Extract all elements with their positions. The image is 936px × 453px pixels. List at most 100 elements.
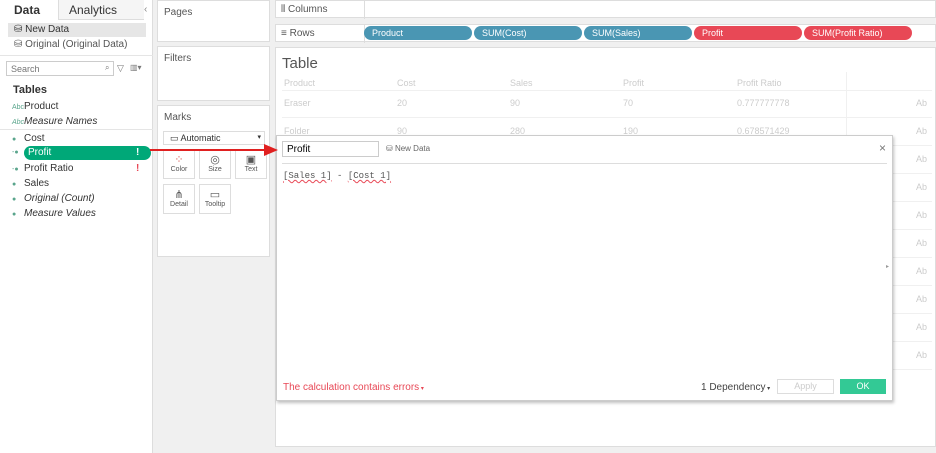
filters-shelf[interactable]: Filters (157, 46, 270, 101)
field-original-count[interactable]: ● Original (Count) (12, 192, 152, 206)
button-label: Tooltip (204, 201, 226, 208)
calc-name-input[interactable] (282, 141, 379, 157)
annotation-arrow (150, 144, 278, 156)
button-label: Size (208, 166, 222, 173)
apply-button[interactable]: Apply (777, 379, 834, 394)
formula-field: [Sales 1] (283, 171, 332, 181)
field-cost[interactable]: ● Cost (12, 132, 152, 146)
error-text: The calculation contains errors (283, 382, 420, 393)
cell: Ab (916, 126, 928, 136)
cell: Eraser (284, 98, 311, 108)
pill-sum-sales[interactable]: SUM(Sales) (584, 26, 692, 40)
dependency-dropdown[interactable]: 1 Dependency ▾ (701, 382, 770, 393)
tables-heading: Tables (13, 84, 48, 96)
close-icon[interactable]: × (879, 141, 886, 155)
datasource-label: ⛁ New Data (386, 144, 431, 153)
field-label: Measure Values (24, 208, 96, 219)
source-original[interactable]: ⛁ Original (Original Data) (8, 38, 146, 52)
field-label: Cost (24, 133, 45, 144)
measure-icon: ● (12, 181, 17, 188)
measure-icon: ● (12, 136, 17, 143)
string-icon: Abc (12, 104, 25, 111)
detail-button[interactable]: ⋔ Detail (163, 184, 195, 214)
field-profit-ratio[interactable]: -● Profit Ratio! (12, 162, 152, 176)
cell: Ab (916, 266, 928, 276)
columns-label: ⫴ Columns (281, 4, 328, 15)
pages-title: Pages (164, 7, 193, 18)
field-label: Profit (28, 147, 52, 158)
tooltip-button[interactable]: ▭ Tooltip (199, 184, 231, 214)
tab-analytics[interactable]: Analytics (58, 0, 144, 20)
filter-icon[interactable]: ▽ (117, 63, 124, 74)
cell: 0.777777778 (737, 98, 790, 108)
scroll-arrow-icon[interactable]: ▸ (886, 263, 889, 270)
button-label: Text (244, 166, 258, 173)
field-measure-names[interactable]: AbcMeasure Names (12, 115, 152, 129)
calc-measure-icon: -● (12, 166, 19, 173)
source-label: Original (Original Data) (25, 39, 128, 50)
source-new-data[interactable]: ⛁ New Data (8, 23, 146, 37)
cell: Ab (916, 182, 928, 192)
field-label: Measure Names (24, 116, 98, 127)
source-name: New Data (394, 144, 431, 153)
search-icon: ⌕ (105, 63, 110, 72)
formula-operator: - (331, 171, 348, 181)
error-icon: ! (136, 163, 140, 174)
label: Columns (287, 4, 328, 15)
header-sales: Sales (510, 78, 533, 88)
pill-profit[interactable]: Profit (694, 26, 802, 40)
error-message[interactable]: The calculation contains errors ▾ (283, 382, 424, 393)
pages-shelf[interactable]: Pages (157, 0, 270, 42)
formula-field: [Cost 1] (347, 171, 392, 181)
header-profit: Profit (623, 78, 645, 88)
sheet-title: Table (282, 55, 318, 72)
field-label: Sales (24, 178, 50, 189)
calc-measure-icon: -● (12, 149, 19, 156)
formula-editor[interactable]: [Sales 1] - [Cost 1] (283, 171, 883, 361)
field-label: Profit Ratio (24, 163, 74, 174)
cell: Ab (916, 98, 928, 108)
label: Rows (289, 28, 315, 39)
field-label: Product (24, 101, 59, 112)
calculation-editor-dialog: ⛁ New Data × [Sales 1] - [Cost 1] The ca… (276, 135, 893, 401)
measure-icon: ● (12, 211, 17, 218)
data-pane: Data Analytics ‹ ⛁ New Data ⛁ Original (… (0, 0, 153, 453)
cell: Ab (916, 350, 928, 360)
columns-shelf[interactable]: ⫴ Columns (275, 0, 936, 19)
measure-icon: ● (12, 196, 17, 203)
cell: 20 (397, 98, 408, 108)
pill-sum-profit-ratio[interactable]: SUM(Profit Ratio) (804, 26, 912, 40)
pill-product[interactable]: Product (364, 26, 472, 40)
divider (0, 129, 153, 130)
button-label: Detail (170, 201, 188, 208)
header-product: Product (284, 78, 316, 88)
collapse-icon[interactable]: ‹ (144, 4, 147, 15)
string-icon: Abc (12, 119, 25, 126)
tab-data[interactable]: Data (0, 0, 58, 20)
cell: Ab (916, 210, 928, 220)
field-sales[interactable]: ● Sales (12, 177, 152, 191)
search-input[interactable] (6, 61, 114, 76)
marks-title: Marks (164, 112, 192, 123)
error-icon: ! (136, 147, 140, 158)
pill-sum-cost[interactable]: SUM(Cost) (474, 26, 582, 40)
cell: Ab (916, 154, 928, 164)
divider (0, 55, 153, 56)
field-measure-values[interactable]: ● Measure Values (12, 207, 152, 221)
view-options-icon[interactable]: ▥▾ (130, 63, 142, 72)
dependency-text: 1 Dependency (701, 382, 766, 393)
field-label: Original (Count) (24, 193, 95, 204)
cell: 90 (510, 98, 521, 108)
tooltip-icon: ▭ (209, 189, 221, 201)
marks-card: Marks ▭ Automatic ▾ ⁘ Color ◎ Size ▣ Text ⋔ D… (157, 105, 270, 257)
rows-label: ≡ Rows (281, 28, 315, 39)
detail-icon: ⋔ (174, 189, 184, 201)
cell: Ab (916, 238, 928, 248)
cell: Ab (916, 322, 928, 332)
cell: Ab (916, 294, 928, 304)
field-product[interactable]: AbcProduct (12, 100, 152, 114)
field-profit-selected[interactable]: Profit! (24, 146, 151, 160)
ok-button[interactable]: OK (840, 379, 886, 394)
source-label: New Data (25, 24, 70, 35)
button-label: Color (170, 166, 188, 173)
